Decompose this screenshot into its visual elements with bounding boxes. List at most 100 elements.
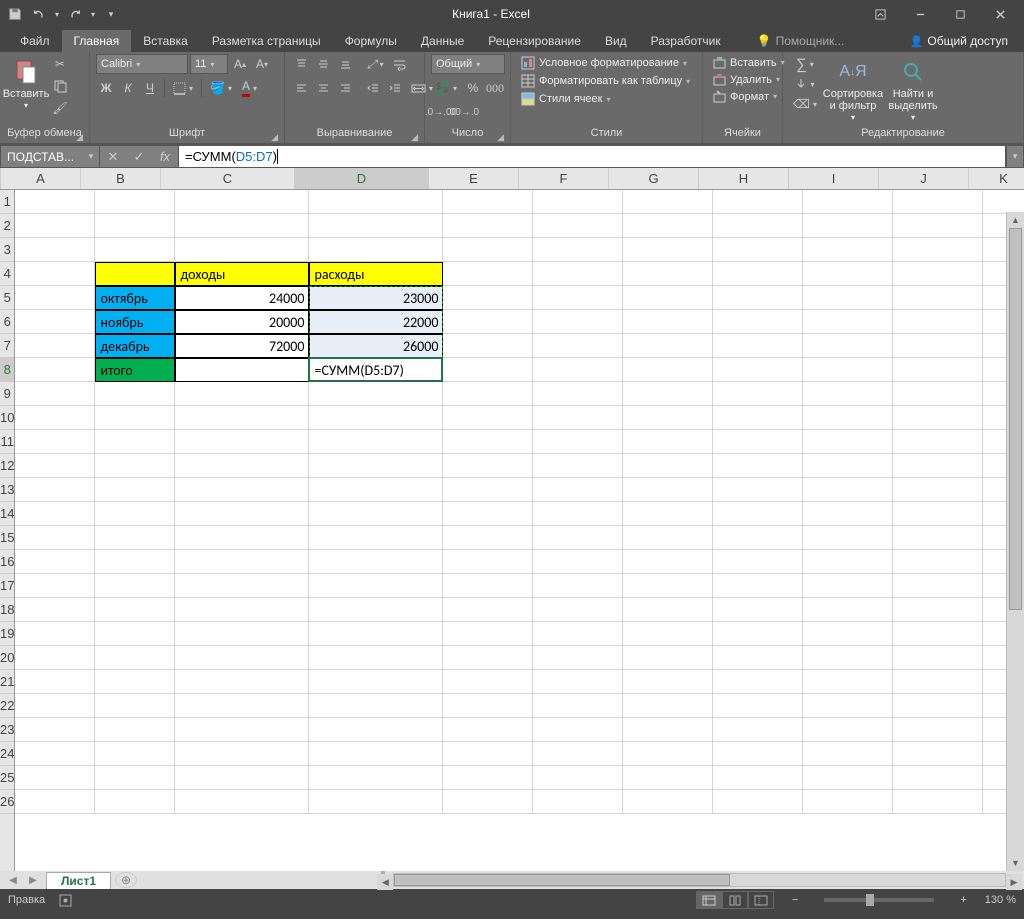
row-header-22[interactable]: 22	[0, 694, 14, 718]
cell-G19[interactable]	[623, 622, 713, 646]
cell-D6[interactable]: 22000	[309, 310, 443, 334]
cell-B24[interactable]	[95, 742, 175, 766]
cell-I23[interactable]	[803, 718, 893, 742]
cell-H19[interactable]	[713, 622, 803, 646]
cell-C14[interactable]	[175, 502, 309, 526]
cell-D2[interactable]	[309, 214, 443, 238]
tab-разметка страницы[interactable]: Разметка страницы	[200, 30, 333, 52]
page-layout-view-button[interactable]	[722, 891, 748, 909]
cell-B7[interactable]: декабрь	[95, 334, 175, 358]
accounting-format-button[interactable]: 💱▾	[431, 78, 461, 98]
cell-D8[interactable]: =СУММ(D5:D7)	[309, 358, 443, 382]
cell-I3[interactable]	[803, 238, 893, 262]
cell-B17[interactable]	[95, 574, 175, 598]
row-header-11[interactable]: 11	[0, 430, 14, 454]
cell-H7[interactable]	[713, 334, 803, 358]
expand-formula-bar-button[interactable]: ▾	[1006, 145, 1024, 168]
cell-F17[interactable]	[533, 574, 623, 598]
scroll-down-button[interactable]: ▼	[1007, 855, 1024, 871]
cell-H14[interactable]	[713, 502, 803, 526]
cell-C2[interactable]	[175, 214, 309, 238]
copy-button[interactable]	[50, 76, 70, 96]
cell-A16[interactable]	[15, 550, 95, 574]
cell-H21[interactable]	[713, 670, 803, 694]
cell-A20[interactable]	[15, 646, 95, 670]
cell-G23[interactable]	[623, 718, 713, 742]
cell-J20[interactable]	[893, 646, 983, 670]
row-header-8[interactable]: 8	[0, 358, 14, 382]
cell-D10[interactable]	[309, 406, 443, 430]
col-header-G[interactable]: G	[609, 168, 699, 189]
cell-B12[interactable]	[95, 454, 175, 478]
tell-me-input[interactable]: 💡Помощник...	[749, 30, 853, 52]
cell-D17[interactable]	[309, 574, 443, 598]
cell-B3[interactable]	[95, 238, 175, 262]
cell-B2[interactable]	[95, 214, 175, 238]
cell-D3[interactable]	[309, 238, 443, 262]
insert-cells-button[interactable]: Вставить▾	[709, 54, 789, 71]
cell-E17[interactable]	[443, 574, 533, 598]
cell-A3[interactable]	[15, 238, 95, 262]
cell-H26[interactable]	[713, 790, 803, 814]
cell-G5[interactable]	[623, 286, 713, 310]
row-header-6[interactable]: 6	[0, 310, 14, 334]
cell-F4[interactable]	[533, 262, 623, 286]
col-header-H[interactable]: H	[699, 168, 789, 189]
cell-G26[interactable]	[623, 790, 713, 814]
cell-E21[interactable]	[443, 670, 533, 694]
cell-I25[interactable]	[803, 766, 893, 790]
row-header-21[interactable]: 21	[0, 670, 14, 694]
row-header-10[interactable]: 10	[0, 406, 14, 430]
cell-J12[interactable]	[893, 454, 983, 478]
tab-вид[interactable]: Вид	[593, 30, 639, 52]
name-box-dropdown[interactable]: ▾	[83, 151, 99, 162]
cell-F10[interactable]	[533, 406, 623, 430]
font-dialog-launcher[interactable]: ◢	[271, 132, 278, 143]
cell-A8[interactable]	[15, 358, 95, 382]
enter-formula-button[interactable]: ✓	[126, 146, 152, 167]
cell-F6[interactable]	[533, 310, 623, 334]
cell-E4[interactable]	[443, 262, 533, 286]
cell-J19[interactable]	[893, 622, 983, 646]
row-header-17[interactable]: 17	[0, 574, 14, 598]
cell-E3[interactable]	[443, 238, 533, 262]
cell-styles-button[interactable]: Стили ячеек▾	[517, 90, 615, 108]
cell-I15[interactable]	[803, 526, 893, 550]
row-header-3[interactable]: 3	[0, 238, 14, 262]
cell-F14[interactable]	[533, 502, 623, 526]
bold-button[interactable]: Ж	[96, 78, 116, 98]
comma-style-button[interactable]: 000	[485, 78, 505, 98]
cell-D12[interactable]	[309, 454, 443, 478]
row-header-15[interactable]: 15	[0, 526, 14, 550]
cell-C6[interactable]: 20000	[175, 310, 309, 334]
cell-G12[interactable]	[623, 454, 713, 478]
cell-F20[interactable]	[533, 646, 623, 670]
cell-G18[interactable]	[623, 598, 713, 622]
cell-D18[interactable]	[309, 598, 443, 622]
cell-F23[interactable]	[533, 718, 623, 742]
cell-H12[interactable]	[713, 454, 803, 478]
font-color-button[interactable]: A▾	[238, 78, 261, 98]
cell-F24[interactable]	[533, 742, 623, 766]
row-header-13[interactable]: 13	[0, 478, 14, 502]
cell-I22[interactable]	[803, 694, 893, 718]
cell-A4[interactable]	[15, 262, 95, 286]
cell-H8[interactable]	[713, 358, 803, 382]
cell-C20[interactable]	[175, 646, 309, 670]
cell-H13[interactable]	[713, 478, 803, 502]
scroll-up-button[interactable]: ▲	[1007, 212, 1024, 228]
cell-F8[interactable]	[533, 358, 623, 382]
cell-F12[interactable]	[533, 454, 623, 478]
cell-B23[interactable]	[95, 718, 175, 742]
cell-J4[interactable]	[893, 262, 983, 286]
cell-E20[interactable]	[443, 646, 533, 670]
cell-F11[interactable]	[533, 430, 623, 454]
cell-F26[interactable]	[533, 790, 623, 814]
cell-I20[interactable]	[803, 646, 893, 670]
cell-A17[interactable]	[15, 574, 95, 598]
cell-C16[interactable]	[175, 550, 309, 574]
col-header-B[interactable]: B	[81, 168, 161, 189]
cell-C13[interactable]	[175, 478, 309, 502]
cell-E24[interactable]	[443, 742, 533, 766]
macro-record-button[interactable]	[59, 894, 72, 907]
